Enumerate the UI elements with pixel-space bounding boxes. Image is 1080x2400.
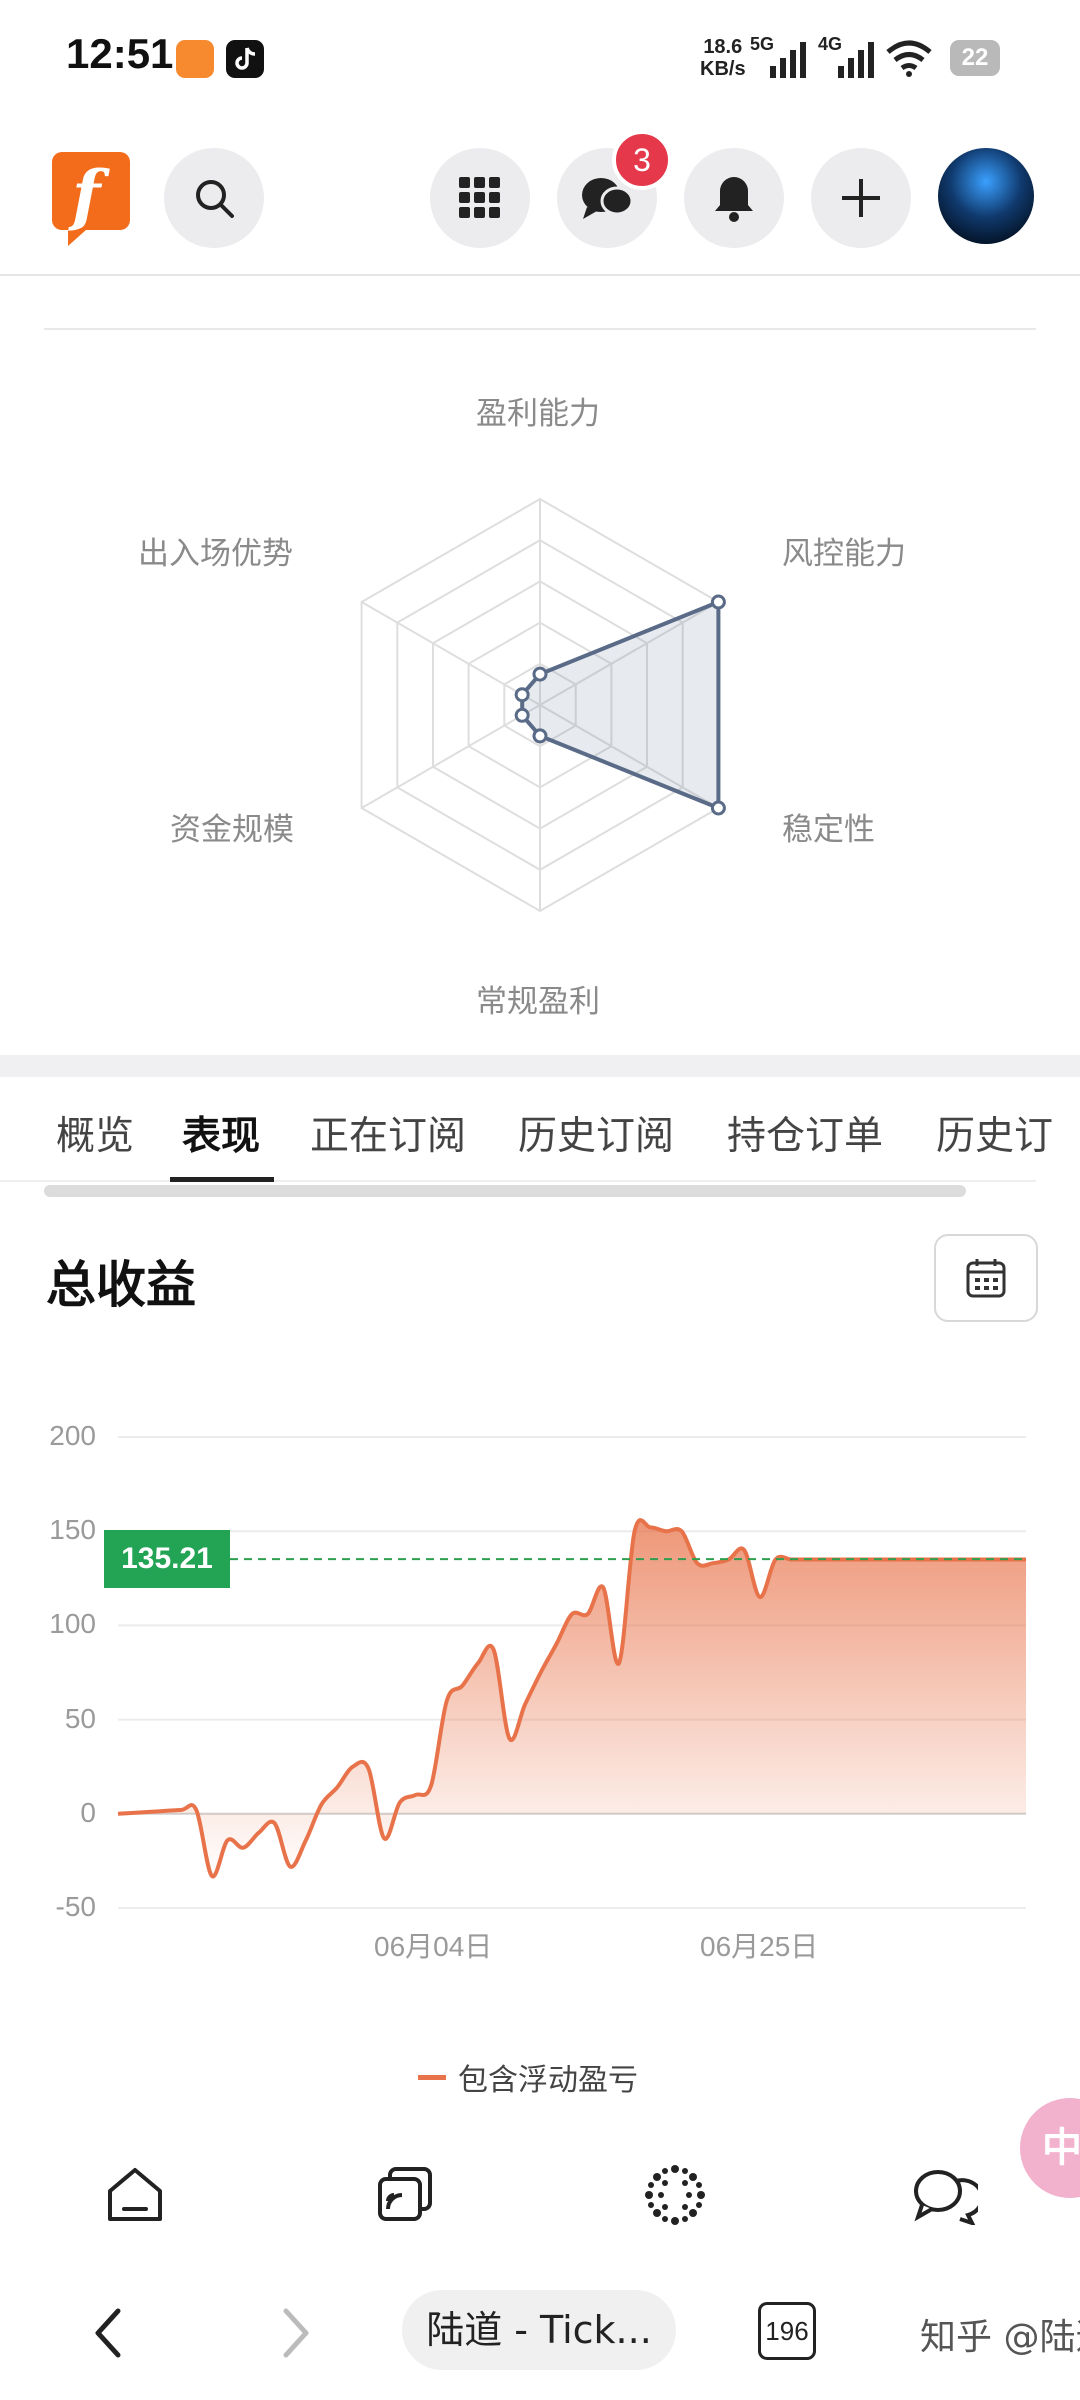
wifi-icon <box>886 40 932 77</box>
copy-trade-icon <box>378 2167 432 2221</box>
y-tick-label: -50 <box>55 1891 96 1922</box>
section-title: 总收益 <box>46 1256 196 1314</box>
radar-point <box>532 666 548 682</box>
home-icon <box>108 2168 162 2221</box>
y-tick-label: 150 <box>49 1514 96 1546</box>
profit-chart <box>117 1436 1026 1909</box>
section-divider <box>44 328 1036 330</box>
forward-button[interactable] <box>276 2305 316 2365</box>
y-tick-label: 100 <box>49 1608 96 1640</box>
net-speed-value: 18.6 <box>703 36 743 58</box>
message-count-badge: 3 <box>612 130 672 190</box>
status-bar: 12:51 18.6 KB/s 5G 4G 22 <box>0 0 1080 120</box>
bell-icon <box>715 177 753 222</box>
radar-axis <box>361 601 541 706</box>
section-separator <box>0 1055 1080 1077</box>
status-time: 12:51 <box>66 30 174 77</box>
tiktok-icon <box>226 40 264 78</box>
create-button[interactable] <box>811 148 911 248</box>
chat-nav-button[interactable] <box>910 2160 980 2230</box>
back-button[interactable] <box>88 2305 128 2365</box>
community-nav-button[interactable] <box>640 2160 710 2230</box>
network-speed: 18.6 KB/s <box>700 36 746 80</box>
chevron-right-icon <box>283 2308 309 2358</box>
tab-switcher-button[interactable]: 196 <box>758 2302 816 2360</box>
cellular-signal-icon <box>770 42 806 78</box>
battery-indicator: 22 <box>950 40 1000 76</box>
watermark: 知乎 @陆道 <box>920 2317 1080 2358</box>
radar-label-profitability: 盈利能力 <box>476 396 600 432</box>
calendar-icon <box>966 1259 1006 1298</box>
x-tick-label: 06月25日 <box>700 1931 819 1962</box>
floating-translate-button[interactable]: 中 <box>1020 2098 1080 2198</box>
radar-label-risk-control: 风控能力 <box>782 536 906 572</box>
y-tick-label: 0 <box>80 1796 96 1828</box>
tab-subscription-history[interactable]: 历史订阅 <box>518 1105 674 1161</box>
legend-swatch <box>418 2074 446 2080</box>
avatar[interactable] <box>938 148 1034 244</box>
active-tab-indicator <box>170 1177 274 1182</box>
shopping-bag-icon <box>176 40 214 78</box>
plus-icon <box>842 179 880 217</box>
app-logo[interactable]: f <box>50 148 134 246</box>
chart-legend[interactable]: 包含浮动盈亏 <box>418 2055 638 2099</box>
radar-point <box>514 687 530 703</box>
tab-scrollbar[interactable] <box>44 1185 966 1197</box>
profit-area <box>118 1520 1026 1877</box>
radar-chart <box>360 497 726 913</box>
notifications-button[interactable] <box>684 148 784 248</box>
apps-grid-icon <box>459 177 500 218</box>
search-icon <box>196 180 234 218</box>
radar-point <box>710 800 726 816</box>
current-value-tag: 135.21 <box>104 1530 230 1589</box>
radar-label-regular-profit: 常规盈利 <box>476 984 600 1020</box>
chat-icon <box>914 2170 978 2225</box>
radar-axis <box>361 704 541 809</box>
radar-label-stability: 稳定性 <box>782 812 875 848</box>
apps-menu-button[interactable] <box>430 148 530 248</box>
cellular-signal-icon-2 <box>838 42 874 78</box>
radar-point <box>532 728 548 744</box>
copy-trade-nav-button[interactable] <box>370 2160 440 2230</box>
y-tick-label: 50 <box>64 1702 96 1734</box>
tab-overview[interactable]: 概览 <box>56 1105 134 1161</box>
address-bar[interactable]: 陆道 - Tick... <box>402 2290 676 2370</box>
community-icon <box>645 2165 705 2225</box>
tab-performance[interactable]: 表现 <box>182 1105 260 1161</box>
radar-area <box>520 600 721 810</box>
radar-point <box>514 707 530 723</box>
net-speed-unit: KB/s <box>700 58 746 80</box>
search-button[interactable] <box>164 148 264 248</box>
x-tick-label: 06月04日 <box>374 1931 493 1962</box>
radar-label-capital-size: 资金规模 <box>170 812 294 848</box>
tab-order-history[interactable]: 历史订 <box>936 1105 1056 1161</box>
date-picker-button[interactable] <box>934 1234 1038 1322</box>
tab-current-subscriptions[interactable]: 正在订阅 <box>310 1105 466 1161</box>
y-tick-label: 200 <box>49 1420 96 1451</box>
tab-open-orders[interactable]: 持仓订单 <box>727 1105 883 1161</box>
radar-point <box>710 594 726 610</box>
radar-label-entry-exit: 出入场优势 <box>138 536 293 572</box>
home-nav-button[interactable] <box>100 2160 170 2230</box>
chevron-left-icon <box>95 2308 121 2358</box>
app-header: f <box>0 130 1080 276</box>
legend-label: 包含浮动盈亏 <box>458 2063 638 2098</box>
tab-bar-line <box>0 1180 1036 1182</box>
